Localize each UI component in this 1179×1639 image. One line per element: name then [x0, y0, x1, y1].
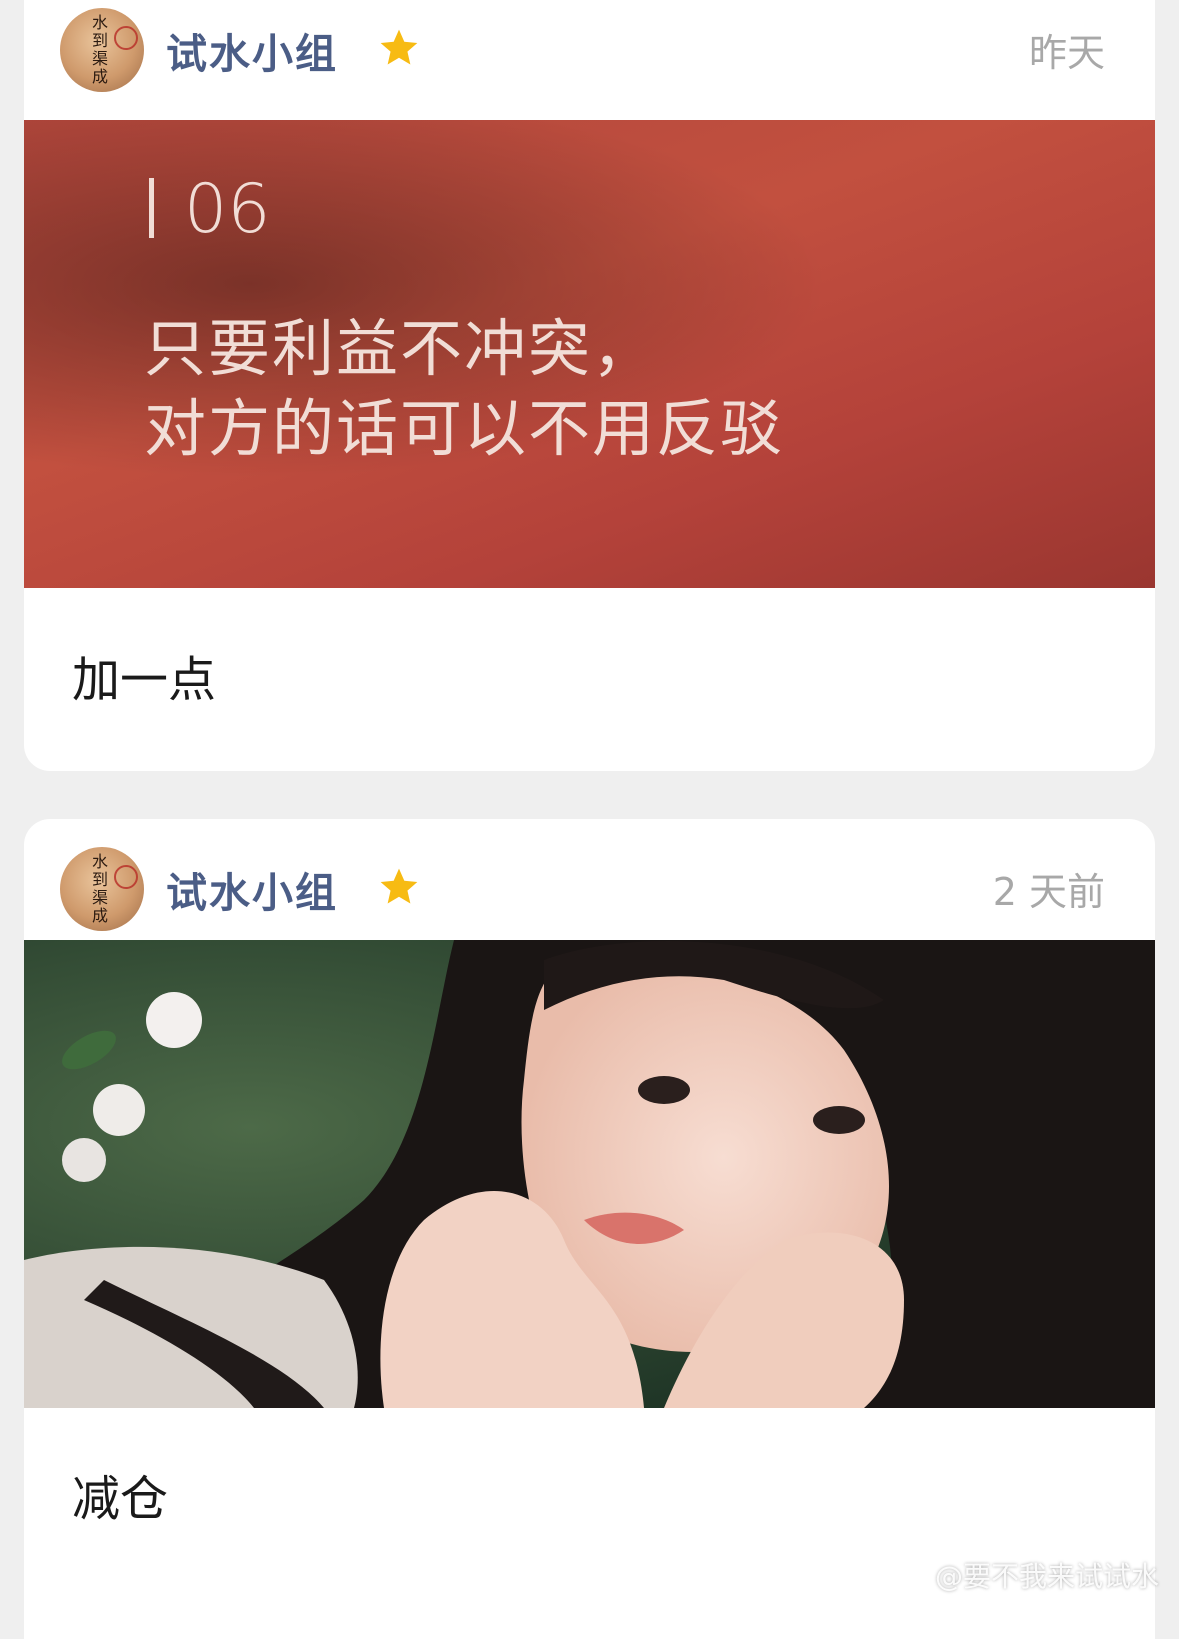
star-icon: [380, 868, 418, 904]
star-icon: [380, 29, 418, 65]
poster-quote-line: 对方的话可以不用反驳: [144, 392, 785, 465]
post-card[interactable]: 水到渠成 试水小组 2 天前 减仓: [24, 819, 1155, 1639]
poster-quote-line: 只要利益不冲突，: [144, 312, 657, 385]
poster-number: 06: [184, 170, 271, 249]
post-caption: 加一点: [72, 652, 217, 708]
post-header: 水到渠成 试水小组 2 天前: [24, 829, 1155, 951]
post-image[interactable]: 06 只要利益不冲突， 对方的话可以不用反驳: [24, 120, 1155, 588]
weibo-icon: [890, 1564, 929, 1593]
avatar-seal-text: 水到渠成: [91, 852, 108, 925]
author-name[interactable]: 试水小组: [166, 859, 338, 919]
author-name[interactable]: 试水小组: [166, 20, 338, 80]
seal-stamp-icon: [114, 26, 138, 50]
post-image[interactable]: [24, 940, 1155, 1408]
avatar[interactable]: 水到渠成: [60, 847, 144, 931]
portrait-photo: [24, 940, 1155, 1408]
seal-stamp-icon: [114, 865, 138, 889]
post-card[interactable]: 水到渠成 试水小组 昨天 06 只要利益不冲突， 对方的话可以不用反驳 加一点: [24, 0, 1155, 771]
post-caption: 减仓: [72, 1471, 169, 1527]
avatar-seal-text: 水到渠成: [91, 13, 108, 86]
quote-poster: 06 只要利益不冲突， 对方的话可以不用反驳: [24, 120, 1155, 588]
weibo-watermark: @要不我来试试水: [889, 1555, 1159, 1595]
watermark-text: @要不我来试试水: [934, 1560, 1159, 1593]
post-header: 水到渠成 试水小组 昨天: [24, 0, 1155, 112]
avatar[interactable]: 水到渠成: [60, 8, 144, 92]
post-time: 昨天: [1028, 31, 1105, 75]
poster-bar: [149, 178, 154, 238]
post-time: 2 天前: [992, 870, 1105, 914]
